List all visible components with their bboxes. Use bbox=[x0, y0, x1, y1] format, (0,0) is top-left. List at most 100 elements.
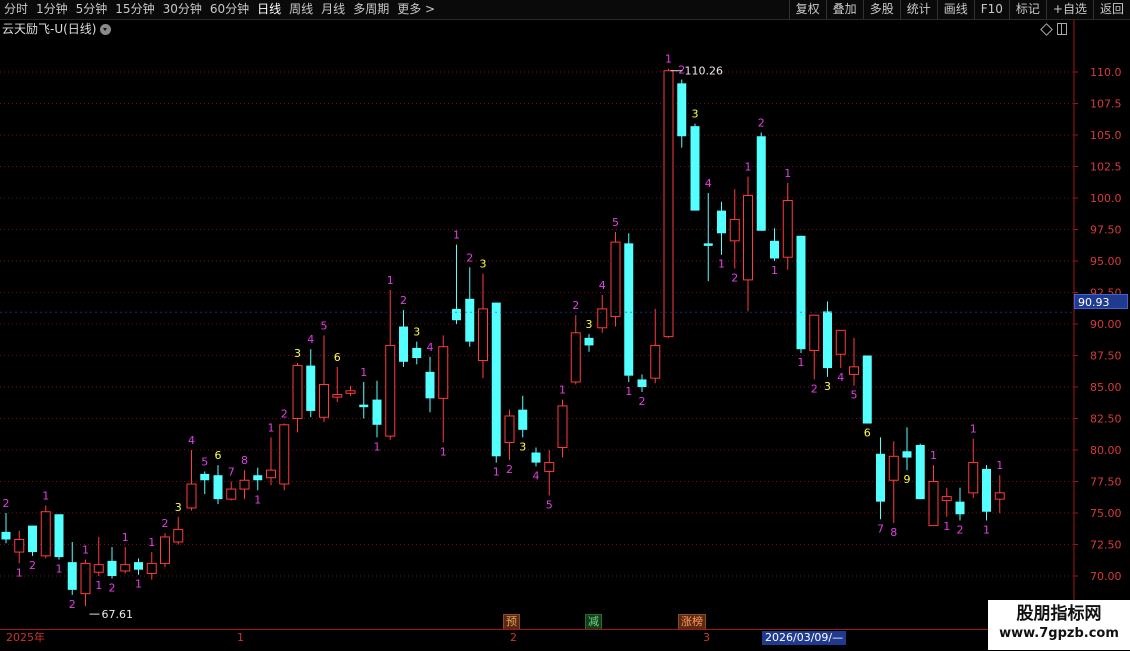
candle-body bbox=[557, 405, 568, 448]
candle-body bbox=[610, 241, 621, 317]
count-label: 1 bbox=[983, 524, 990, 537]
count-label: 4 bbox=[599, 279, 606, 292]
count-label: 2 bbox=[69, 598, 76, 611]
candle-body bbox=[412, 347, 422, 359]
y-tick-label: 102.5 bbox=[1090, 161, 1122, 174]
candle-body bbox=[173, 528, 184, 543]
count-label: 2 bbox=[957, 524, 964, 537]
candle-body bbox=[504, 415, 515, 443]
candle-body bbox=[399, 326, 408, 362]
candle-body bbox=[902, 451, 912, 458]
count-label: 1 bbox=[930, 449, 937, 462]
current-price-tag: 90.93 bbox=[1074, 294, 1128, 309]
candle-body bbox=[385, 344, 396, 437]
watermark: 股朋指标网 www.7gpzb.com bbox=[988, 600, 1130, 650]
count-label: 1 bbox=[254, 493, 261, 506]
count-label: 4 bbox=[705, 177, 712, 190]
count-label: 1 bbox=[360, 366, 367, 379]
marker-zt[interactable]: 涨榜 bbox=[678, 614, 706, 630]
y-tick-label: 90.00 bbox=[1090, 318, 1122, 331]
candle-body bbox=[213, 475, 223, 500]
candle-body bbox=[28, 525, 37, 553]
candle-body bbox=[717, 210, 726, 234]
candle-body bbox=[160, 536, 170, 564]
watermark-url: www.7gpzb.com bbox=[999, 626, 1119, 641]
count-label: 2 bbox=[400, 294, 407, 307]
count-label: 6 bbox=[864, 427, 871, 440]
y-tick-label: 75.00 bbox=[1090, 507, 1122, 520]
candle-body bbox=[650, 344, 661, 379]
y-tick-label: 80.00 bbox=[1090, 444, 1122, 457]
candle-body bbox=[491, 302, 501, 457]
count-label: 1 bbox=[943, 520, 950, 533]
candle-body bbox=[266, 469, 276, 479]
candle-body bbox=[531, 452, 541, 463]
count-label: 1 bbox=[16, 566, 23, 579]
date-axis: 2025年 1 2 3 2026/03/09/— bbox=[0, 629, 1130, 651]
candle-body bbox=[186, 483, 197, 509]
candle-body bbox=[624, 243, 634, 376]
candle-body bbox=[146, 562, 157, 574]
candle-body bbox=[743, 194, 753, 281]
candle-body bbox=[770, 240, 779, 259]
candle-body bbox=[703, 243, 713, 246]
candle-body bbox=[677, 83, 687, 137]
candle-body bbox=[570, 332, 581, 383]
count-label: 2 bbox=[29, 559, 36, 572]
candle-body bbox=[690, 126, 700, 211]
candle-body bbox=[544, 462, 555, 472]
count-label: 2 bbox=[811, 382, 818, 395]
candle-body bbox=[107, 560, 117, 576]
candle-body bbox=[756, 136, 766, 231]
count-label: 6 bbox=[215, 449, 222, 462]
count-label: 4 bbox=[188, 434, 195, 447]
candle-body bbox=[54, 514, 64, 558]
count-label: 6 bbox=[334, 351, 341, 364]
count-label: 1 bbox=[665, 53, 672, 66]
selected-date[interactable]: 2026/03/09/— bbox=[762, 631, 847, 645]
candle-body bbox=[968, 462, 979, 494]
count-label: 5 bbox=[546, 498, 553, 511]
y-tick-label: 87.50 bbox=[1090, 350, 1122, 363]
candle-body bbox=[332, 394, 343, 398]
candle-body bbox=[319, 383, 329, 418]
candle-body bbox=[584, 337, 594, 346]
candle-body bbox=[809, 314, 820, 351]
count-label: 2 bbox=[639, 395, 646, 408]
count-label: 8 bbox=[890, 526, 897, 539]
marker-sub[interactable]: 减 bbox=[585, 614, 602, 630]
candle-body bbox=[253, 475, 263, 481]
candle-body bbox=[134, 562, 143, 570]
high-label: 110.26 bbox=[685, 65, 724, 78]
count-label: 1 bbox=[559, 384, 566, 397]
count-label: 2 bbox=[731, 272, 738, 285]
candle-body bbox=[239, 479, 250, 490]
candle-body bbox=[835, 329, 846, 355]
candle-body bbox=[80, 562, 91, 595]
count-label: 3 bbox=[692, 108, 699, 121]
y-tick-label: 85.00 bbox=[1090, 381, 1122, 394]
count-label: 3 bbox=[824, 380, 831, 393]
count-label: 2 bbox=[466, 251, 473, 264]
count-label: 1 bbox=[122, 531, 129, 544]
y-tick-label: 105.0 bbox=[1090, 129, 1122, 142]
count-label: 1 bbox=[95, 579, 102, 592]
y-tick-label: 72.50 bbox=[1090, 539, 1122, 552]
count-label: 1 bbox=[387, 274, 394, 287]
candle-body bbox=[823, 311, 832, 369]
marker-pre[interactable]: 预 bbox=[503, 614, 520, 630]
count-label: 1 bbox=[453, 229, 460, 242]
count-label: 1 bbox=[996, 459, 1003, 472]
candle-body bbox=[941, 496, 952, 501]
count-label: 1 bbox=[42, 489, 49, 502]
kline-chart[interactable]: 110.0107.5105.0102.5100.097.5095.0092.50… bbox=[0, 0, 1130, 650]
count-label: 4 bbox=[837, 371, 844, 384]
candle-body bbox=[279, 424, 290, 485]
count-label: 2 bbox=[758, 116, 765, 129]
candle-body bbox=[729, 218, 740, 242]
count-label: 4 bbox=[427, 341, 434, 354]
count-label: 2 bbox=[3, 497, 10, 510]
y-tick-label: 107.5 bbox=[1090, 98, 1122, 111]
candle-body bbox=[862, 355, 872, 424]
count-label: 8 bbox=[241, 454, 248, 467]
